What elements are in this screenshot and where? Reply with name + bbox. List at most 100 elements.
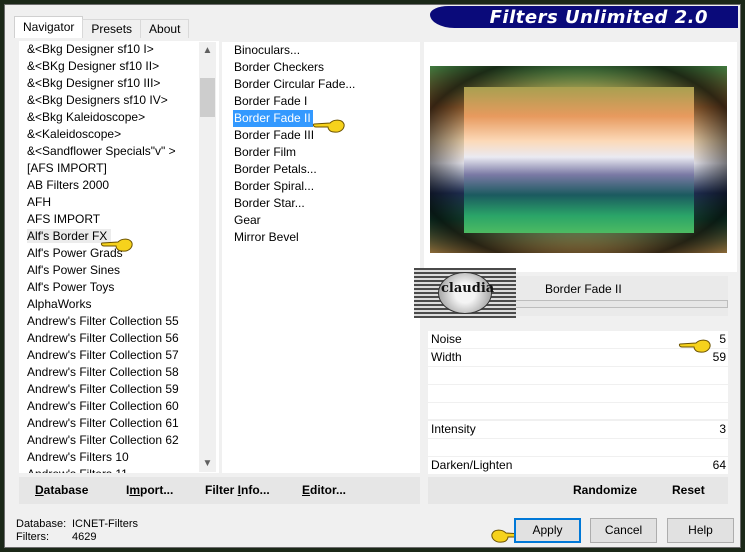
filter-info-button[interactable]: Filter Info... [205, 483, 270, 497]
param-value: 5 [719, 332, 726, 346]
category-list-item[interactable]: &<Bkg Designer sf10 I> [19, 41, 219, 58]
tab-strip: Navigator Presets About [14, 16, 190, 38]
filter-list-item[interactable]: Border Checkers [222, 59, 420, 76]
category-list-item[interactable]: Andrew's Filters 10 [19, 449, 219, 466]
param-value: 3 [719, 422, 726, 436]
help-button[interactable]: Help [667, 518, 734, 543]
category-label: Alf's Border FX [27, 229, 112, 243]
category-list-item[interactable]: AFH [19, 194, 219, 211]
pointing-hand-icon [100, 238, 133, 252]
category-list-item[interactable]: &<Kaleidoscope> [19, 126, 219, 143]
category-label: &<BKg Designer sf10 II> [27, 59, 160, 73]
filter-list-item[interactable]: Mirror Bevel [222, 229, 420, 246]
scroll-up-icon[interactable]: ▲ [199, 42, 216, 59]
filter-label: Mirror Bevel [234, 230, 299, 244]
param-slider-empty[interactable] [428, 367, 728, 384]
category-label: Andrew's Filters 10 [27, 450, 129, 464]
title-banner: Filters Unlimited 2.0 [430, 6, 738, 28]
filter-label: Border Fade I [234, 94, 308, 108]
category-label: Andrew's Filter Collection 59 [27, 382, 179, 396]
database-label: Database: [16, 518, 67, 530]
filter-list-item[interactable]: Binoculars... [222, 42, 420, 59]
filter-list-item[interactable]: Border Film [222, 144, 420, 161]
scroll-thumb[interactable] [200, 78, 215, 117]
category-scrollbar[interactable]: ▲ ▼ [199, 42, 216, 472]
category-list-item[interactable]: &<Sandflower Specials"v" > [19, 143, 219, 160]
category-list-item[interactable]: Andrew's Filter Collection 57 [19, 347, 219, 364]
cancel-button[interactable]: Cancel [590, 518, 657, 543]
randomize-button[interactable]: Randomize [573, 483, 637, 497]
category-list-item[interactable]: AFS IMPORT [19, 211, 219, 228]
category-list-item[interactable]: Andrew's Filter Collection 60 [19, 398, 219, 415]
param-label: Darken/Lighten [431, 458, 513, 472]
tab-navigator[interactable]: Navigator [14, 16, 84, 38]
param-slider-empty[interactable] [428, 439, 728, 456]
reset-button[interactable]: Reset [672, 483, 705, 497]
database-button[interactable]: Database [35, 483, 88, 497]
category-label: AB Filters 2000 [27, 178, 110, 192]
param-slider-empty[interactable] [428, 403, 728, 419]
category-list-item[interactable]: Andrew's Filter Collection 58 [19, 364, 219, 381]
category-list-item[interactable]: Andrew's Filters 11 [19, 466, 219, 473]
category-list-item[interactable]: Alf's Power Toys [19, 279, 219, 296]
filters-count-value: 4629 [72, 531, 97, 543]
param-slider-intensity[interactable]: Intensity 3 [428, 421, 728, 438]
database-value: ICNET-Filters [72, 518, 138, 530]
param-label: Intensity [431, 422, 476, 436]
category-label: Alf's Power Sines [27, 263, 120, 277]
category-list-item[interactable]: Andrew's Filter Collection 55 [19, 313, 219, 330]
category-label: &<Bkg Designer sf10 I> [27, 42, 154, 56]
filter-list[interactable]: Binoculars... Border Checkers Border Circu… [222, 42, 420, 473]
filters-count-label: Filters: [16, 531, 49, 543]
window-title: Filters Unlimited 2.0 [489, 7, 708, 28]
category-list[interactable]: &<Bkg Designer sf10 I> &<BKg Designer sf1… [19, 41, 219, 473]
apply-button[interactable]: Apply [514, 518, 581, 543]
filter-list-item[interactable]: Border Fade I [222, 93, 420, 110]
category-label: AFH [27, 195, 51, 209]
filter-list-item[interactable]: Border Spiral... [222, 178, 420, 195]
filter-label: Border Fade III [234, 128, 315, 142]
filter-list-item[interactable]: Border Circular Fade... [222, 76, 420, 93]
category-list-item[interactable]: Andrew's Filter Collection 61 [19, 415, 219, 432]
filter-list-item[interactable]: Border Petals... [222, 161, 420, 178]
category-list-item[interactable]: Andrew's Filter Collection 59 [19, 381, 219, 398]
scroll-down-icon[interactable]: ▼ [199, 455, 216, 472]
category-list-item[interactable]: AlphaWorks [19, 296, 219, 313]
category-list-item[interactable]: &<Bkg Designers sf10 IV> [19, 92, 219, 109]
editor-button[interactable]: Editor... [302, 483, 346, 497]
category-label: [AFS IMPORT] [27, 161, 107, 175]
tab-presets[interactable]: Presets [82, 19, 142, 38]
filter-label: Border Fade II [233, 110, 313, 127]
category-label: Andrew's Filter Collection 58 [27, 365, 179, 379]
category-label: Alf's Power Toys [27, 280, 115, 294]
logo-text: claudia [441, 281, 495, 296]
preview-image[interactable] [430, 66, 727, 253]
tab-about[interactable]: About [140, 19, 190, 38]
pointing-hand-icon [312, 119, 345, 133]
parameter-button-bar: Randomize Reset [428, 477, 728, 504]
category-list-item[interactable]: Andrew's Filter Collection 56 [19, 330, 219, 347]
filter-list-item[interactable]: Gear [222, 212, 420, 229]
category-list-item[interactable]: &<Bkg Designer sf10 III> [19, 75, 219, 92]
filter-list-item[interactable]: Border Star... [222, 195, 420, 212]
filter-label: Border Spiral... [234, 179, 315, 193]
category-list-item[interactable]: AB Filters 2000 [19, 177, 219, 194]
category-list-item[interactable]: [AFS IMPORT] [19, 160, 219, 177]
category-label: &<Bkg Designers sf10 IV> [27, 93, 168, 107]
category-label: &<Kaleidoscope> [27, 127, 122, 141]
param-label: Width [431, 350, 462, 364]
import-button[interactable]: Import... [126, 483, 173, 497]
category-label: Andrew's Filter Collection 56 [27, 331, 179, 345]
category-label: AFS IMPORT [27, 212, 101, 226]
category-label: Andrew's Filter Collection 60 [27, 399, 179, 413]
param-slider-empty[interactable] [428, 385, 728, 402]
param-slider-darken-lighten[interactable]: Darken/Lighten 64 [428, 457, 728, 474]
category-label: Andrew's Filter Collection 55 [27, 314, 179, 328]
filter-label: Border Star... [234, 196, 305, 210]
category-list-item[interactable]: &<Bkg Kaleidoscope> [19, 109, 219, 126]
category-list-item[interactable]: &<BKg Designer sf10 II> [19, 58, 219, 75]
category-list-item[interactable]: Alf's Power Sines [19, 262, 219, 279]
category-list-item[interactable]: Andrew's Filter Collection 62 [19, 432, 219, 449]
filter-label: Border Checkers [234, 60, 325, 74]
current-filter-name: Border Fade II [545, 282, 622, 296]
